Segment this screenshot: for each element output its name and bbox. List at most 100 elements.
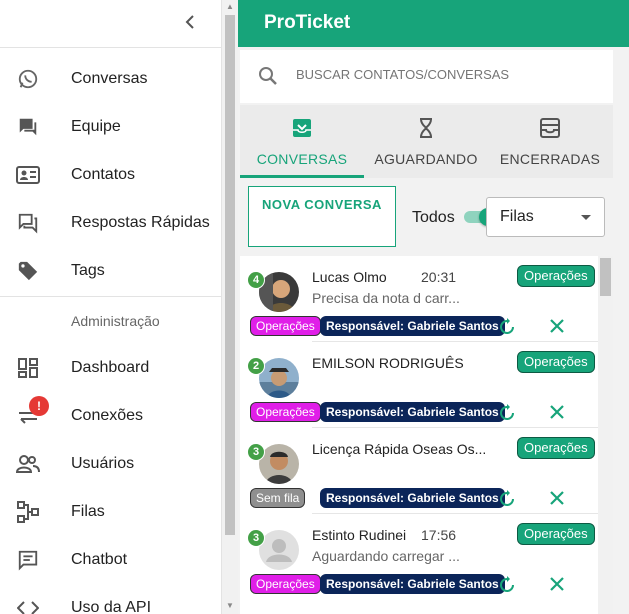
- avatar: [259, 358, 299, 398]
- queue-chip: Operações: [517, 523, 595, 545]
- tab-encerradas[interactable]: ENCERRADAS: [488, 105, 612, 178]
- chat-icon: [16, 115, 40, 139]
- sidebar-item-label: Contatos: [71, 166, 136, 183]
- close-ticket-icon[interactable]: [549, 576, 565, 597]
- queue-select-value: Filas: [500, 208, 534, 225]
- hourglass-icon: [418, 118, 434, 143]
- search-input[interactable]: [296, 67, 596, 82]
- chevron-left-icon: [185, 15, 194, 29]
- ticket-item[interactable]: 3 Licença Rápida Oseas Os... Operações S…: [240, 428, 598, 514]
- tab-label: CONVERSAS: [256, 151, 348, 167]
- last-message: Precisa da nota d carr...: [312, 290, 460, 306]
- message-time: 17:56: [421, 527, 457, 543]
- ticket-list: 4 Lucas Olmo 20:31 Precisa da nota d car…: [240, 256, 613, 614]
- section-label-administracao: Administração: [71, 313, 160, 329]
- message-time: 20:31: [421, 269, 457, 285]
- contact-name: Licença Rápida Oseas Os...: [312, 441, 487, 457]
- sidebar-item-respostas-rapidas[interactable]: Respostas Rápidas: [0, 201, 221, 245]
- tag-chip: Operações: [250, 574, 321, 594]
- todos-label: Todos: [412, 209, 455, 226]
- queue-chip: Operações: [517, 265, 595, 287]
- tag-chip: Operações: [250, 316, 321, 336]
- close-ticket-icon[interactable]: [549, 404, 565, 425]
- sidebar-scrollbar[interactable]: ▲ ▼: [222, 0, 238, 614]
- code-icon: [16, 596, 40, 614]
- transfer-icon[interactable]: [498, 404, 516, 427]
- scroll-up-arrow-icon[interactable]: ▲: [226, 2, 234, 11]
- tag-chip: Operações: [250, 402, 321, 422]
- sidebar-item-dashboard[interactable]: Dashboard: [0, 346, 221, 390]
- sidebar-item-label: Usuários: [71, 455, 135, 472]
- last-message: Aguardando carregar ...: [312, 548, 460, 564]
- ticket-item[interactable]: 2 EMILSON RODRIGUÊS Operações Operações …: [240, 342, 598, 428]
- sidebar-item-conversas[interactable]: Conversas: [0, 57, 221, 101]
- people-icon: [16, 452, 40, 476]
- sidebar-item-usuarios[interactable]: Usuários: [0, 442, 221, 486]
- close-ticket-icon[interactable]: [549, 490, 565, 511]
- scrollbar-thumb[interactable]: [225, 15, 235, 535]
- search-bar: [240, 50, 613, 103]
- avatar: [259, 272, 299, 312]
- ticket-item[interactable]: 3 Estinto Rudinei 17:56 Aguardando carre…: [240, 514, 598, 600]
- sidebar-item-label: Conversas: [71, 70, 148, 87]
- responsible-chip: Responsável: Gabriele Santos: [320, 574, 505, 594]
- tab-conversas[interactable]: CONVERSAS: [240, 105, 364, 178]
- transfer-icon[interactable]: [498, 318, 516, 341]
- sidebar-item-chatbot[interactable]: Chatbot: [0, 538, 221, 582]
- unread-count-badge: 3: [247, 529, 265, 547]
- sidebar-item-tags[interactable]: Tags: [0, 249, 221, 293]
- main-panel: ProTicket CONVERSAS AGUARDANDO: [238, 0, 629, 614]
- dropdown-arrow-icon: [581, 215, 591, 220]
- sidebar-item-uso-da-api[interactable]: Uso da API: [0, 586, 221, 614]
- transfer-icon[interactable]: [498, 576, 516, 599]
- sidebar: Conversas Equipe Contatos Respostas Rápi…: [0, 0, 222, 614]
- tab-label: AGUARDANDO: [374, 151, 478, 167]
- tab-label: ENCERRADAS: [499, 151, 601, 167]
- transfer-icon[interactable]: [498, 490, 516, 513]
- responsible-chip: Responsável: Gabriele Santos: [320, 488, 505, 508]
- divider: [0, 47, 221, 48]
- sidebar-item-label: Dashboard: [71, 359, 150, 376]
- sidebar-item-label: Chatbot: [71, 551, 128, 568]
- scrollbar-thumb[interactable]: [600, 258, 611, 296]
- contact-name: Lucas Olmo: [312, 269, 387, 285]
- divider: [0, 296, 221, 297]
- unread-count-badge: 3: [247, 443, 265, 461]
- search-icon: [258, 66, 278, 91]
- dashboard-icon: [16, 356, 40, 380]
- app-title: ProTicket: [264, 12, 351, 33]
- ticket-list-scrollbar[interactable]: [598, 256, 613, 614]
- sidebar-item-label: Equipe: [71, 118, 121, 135]
- tag-chip: Sem fila: [250, 488, 306, 508]
- queue-chip: Operações: [517, 437, 595, 459]
- app-header: ProTicket: [238, 0, 629, 47]
- close-ticket-icon[interactable]: [549, 318, 565, 339]
- scroll-down-arrow-icon[interactable]: ▼: [226, 601, 234, 610]
- sidebar-item-filas[interactable]: Filas: [0, 490, 221, 534]
- sidebar-item-label: Uso da API: [71, 599, 152, 614]
- sidebar-item-equipe[interactable]: Equipe: [0, 105, 221, 149]
- chatbot-icon: [16, 548, 40, 572]
- contact-name: Estinto Rudinei: [312, 527, 407, 543]
- sidebar-item-contatos[interactable]: Contatos: [0, 153, 221, 197]
- ticket-item[interactable]: 4 Lucas Olmo 20:31 Precisa da nota d car…: [240, 256, 598, 342]
- tag-icon: [16, 259, 40, 283]
- contact-name: EMILSON RODRIGUÊS: [312, 355, 464, 371]
- avatar: [259, 444, 299, 484]
- new-conversation-button[interactable]: NOVA CONVERSA: [248, 186, 396, 247]
- unread-count-badge: 2: [247, 357, 265, 375]
- queue-select[interactable]: Filas: [486, 197, 605, 237]
- archive-icon: [540, 118, 560, 143]
- responsible-chip: Responsável: Gabriele Santos: [320, 402, 505, 422]
- responsible-chip: Responsável: Gabriele Santos: [320, 316, 505, 336]
- sidebar-item-label: Respostas Rápidas: [71, 214, 210, 231]
- notification-badge: !: [29, 396, 49, 416]
- whatsapp-icon: [16, 67, 40, 91]
- inbox-icon: [292, 118, 312, 143]
- app-root: Conversas Equipe Contatos Respostas Rápi…: [0, 0, 629, 614]
- ticket-actions: NOVA CONVERSA Todos Filas: [240, 178, 613, 256]
- collapse-sidebar-button[interactable]: [178, 10, 202, 34]
- ticket-tabs: CONVERSAS AGUARDANDO ENCERRADAS: [240, 105, 613, 178]
- sidebar-item-label: Conexões: [71, 407, 144, 424]
- tab-aguardando[interactable]: AGUARDANDO: [364, 105, 488, 178]
